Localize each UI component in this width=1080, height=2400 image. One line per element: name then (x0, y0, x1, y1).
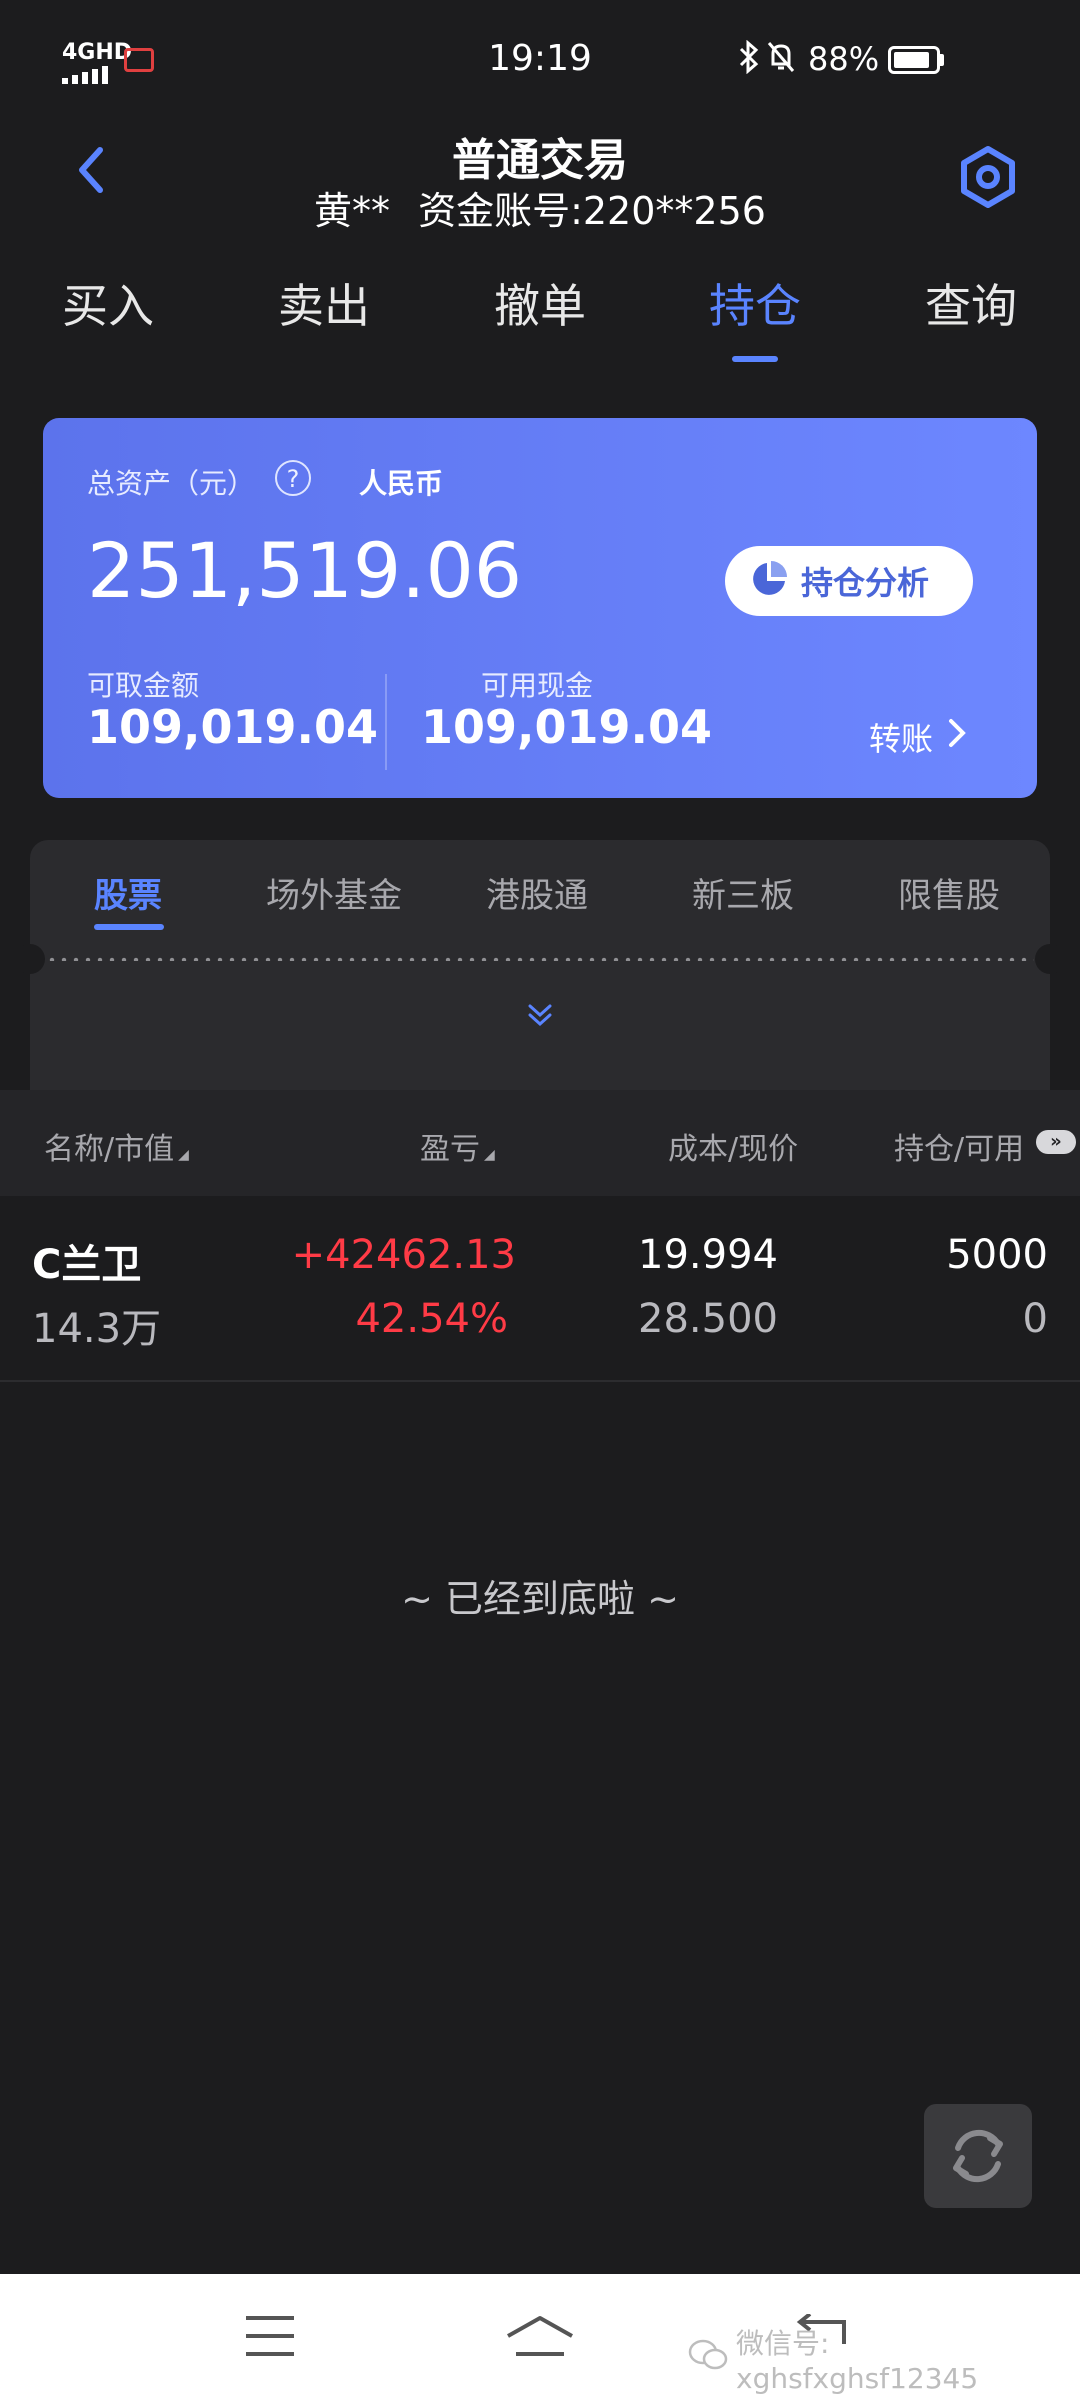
column-cost-header: 成本/现价 (668, 1132, 799, 1167)
tab-positions[interactable]: 持仓 (675, 270, 835, 336)
holding-category-panel: 股票 场外基金 港股通 新三板 限售股 (15, 840, 1065, 1090)
asset-summary-card: 总资产（元） ? 人民币 251,519.06 持仓分析 可取金额 109,01… (43, 418, 1037, 798)
category-tab-hk-connect[interactable]: 港股通 (486, 868, 588, 917)
bluetooth-icon (738, 39, 760, 82)
watermark: 微信号: xghsfxghsf12345 (688, 2322, 1080, 2395)
stock-position: 5000 (946, 1232, 1048, 1278)
account-name: 黄** (314, 189, 391, 233)
end-of-list: ~ 已经到底啦 ~ (401, 1577, 679, 1621)
column-name-header[interactable]: 名称/市值 ◢ (44, 1124, 189, 1168)
withdrawable-label: 可取金额 (87, 669, 200, 702)
category-active-indicator (94, 924, 164, 930)
account-info: 黄** 资金账号:220**256 (0, 180, 1080, 235)
status-bar: 4GHD 19:19 88% (0, 0, 1080, 110)
pie-chart-icon (749, 559, 789, 603)
battery-percent: 88% (808, 40, 880, 78)
account-number: 资金账号:220**256 (418, 189, 766, 233)
category-tab-stocks[interactable]: 股票 (94, 868, 162, 917)
battery-icon (888, 46, 940, 74)
expand-chevron-icon[interactable] (520, 1000, 560, 1030)
stock-pnl: +42462.13 (291, 1232, 516, 1278)
chevron-right-icon (947, 717, 967, 757)
stock-market-value: 14.3万 (32, 1306, 162, 1352)
wechat-icon (688, 2338, 728, 2379)
tab-buy[interactable]: 买入 (28, 270, 188, 336)
tab-active-indicator (732, 356, 778, 362)
category-tab-restricted[interactable]: 限售股 (898, 868, 1000, 917)
position-analysis-label: 持仓分析 (801, 564, 930, 602)
total-assets-label: 总资产（元） (87, 467, 256, 500)
transfer-link[interactable]: 转账 (869, 714, 967, 760)
ticket-notch-right (1035, 944, 1065, 974)
stock-cost: 19.994 (638, 1232, 778, 1278)
menu-icon[interactable] (244, 2314, 296, 2362)
dotted-separator (46, 957, 1034, 961)
refresh-icon[interactable] (924, 2104, 1032, 2208)
total-assets-value: 251,519.06 (87, 526, 523, 615)
sort-icon: ◢ (178, 1147, 189, 1163)
column-pnl-label: 盈亏 (420, 1132, 480, 1167)
transfer-label: 转账 (869, 720, 934, 758)
holdings-table-header: 名称/市值 ◢ 盈亏 ◢ 成本/现价 持仓/可用 (0, 1090, 1080, 1196)
settings-hexagon-icon[interactable] (958, 145, 1018, 209)
stock-price: 28.500 (638, 1296, 778, 1342)
category-tab-neeq[interactable]: 新三板 (692, 868, 794, 917)
tab-query[interactable]: 查询 (891, 270, 1051, 336)
battery-tip (940, 54, 944, 66)
stock-available: 0 (1022, 1296, 1048, 1342)
position-analysis-button[interactable]: 持仓分析 (725, 546, 973, 616)
trade-tabs: 买入 卖出 撤单 持仓 查询 (0, 270, 1080, 333)
card-divider (385, 674, 387, 770)
tab-sell[interactable]: 卖出 (244, 270, 404, 336)
tab-cancel[interactable]: 撤单 (460, 270, 620, 336)
ticket-notch-left (15, 944, 45, 974)
column-position-header: 持仓/可用 (894, 1132, 1025, 1167)
column-name-label: 名称/市值 (44, 1132, 175, 1167)
stock-name: C兰卫 (32, 1242, 142, 1288)
home-icon[interactable] (504, 2314, 576, 2366)
more-columns-icon[interactable]: » (1036, 1130, 1076, 1154)
available-cash-value: 109,019.04 (421, 700, 713, 754)
available-cash-label: 可用现金 (481, 669, 594, 702)
help-icon[interactable]: ? (275, 460, 311, 496)
sort-icon: ◢ (484, 1147, 495, 1163)
watermark-text: 微信号: xghsfxghsf12345 (736, 2327, 979, 2395)
page-title: 普通交易 (452, 135, 628, 186)
table-row[interactable]: C兰卫 14.3万 +42462.13 42.54% 19.994 28.500… (0, 1196, 1080, 1382)
mute-bell-icon (766, 40, 796, 82)
column-pnl-header[interactable]: 盈亏 ◢ (420, 1124, 495, 1168)
category-tab-otc-funds[interactable]: 场外基金 (266, 868, 402, 917)
stock-pnl-percent: 42.54% (355, 1296, 508, 1342)
currency-label: 人民币 (359, 467, 444, 500)
withdrawable-value: 109,019.04 (87, 700, 379, 754)
